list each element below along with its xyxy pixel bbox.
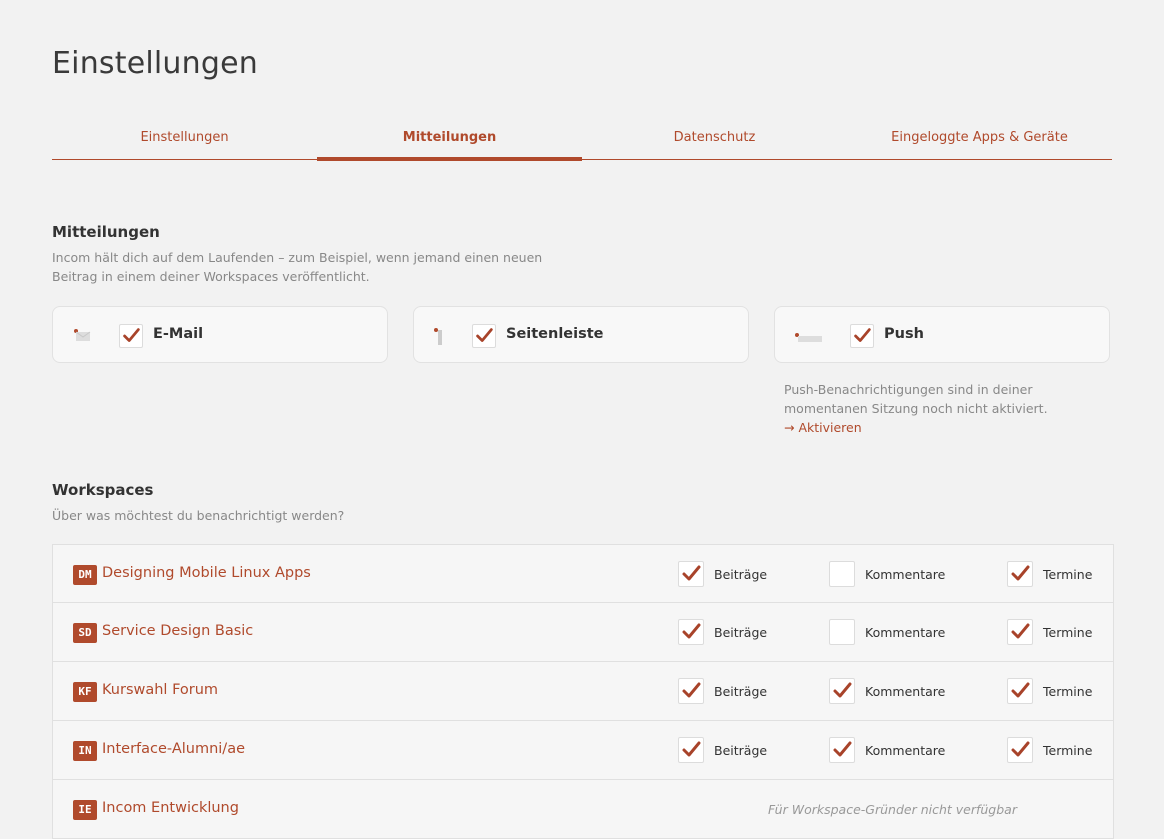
activate-push-link[interactable]: → Aktivieren <box>784 418 1104 437</box>
sidebar-channel-card: Seitenleiste <box>413 306 749 363</box>
events-label: Termine <box>1043 624 1093 640</box>
workspace-name-link[interactable]: Interface-Alumni/ae <box>102 741 245 757</box>
workspace-badge: IE <box>73 800 97 820</box>
workspace-option-comments: Kommentare <box>829 561 945 587</box>
settings-page: Einstellungen Einstellungen Mitteilungen… <box>0 0 1164 839</box>
workspace-option-posts: Beiträge <box>678 737 767 763</box>
workspace-name-link[interactable]: Kurswahl Forum <box>102 682 218 698</box>
workspace-row: KF Kurswahl Forum Beiträge Kommentare Termin… <box>53 662 1113 721</box>
notifications-description-line: Beitrag in einem deiner Workspaces veröf… <box>52 269 370 284</box>
events-checkbox[interactable] <box>1007 737 1033 763</box>
workspace-row: SD Service Design Basic Beiträge Kommentare… <box>53 603 1113 662</box>
events-checkbox[interactable] <box>1007 678 1033 704</box>
workspace-badge: KF <box>73 682 97 702</box>
mail-icon <box>73 327 91 346</box>
workspace-option-posts: Beiträge <box>678 561 767 587</box>
workspace-row: IE Incom Entwicklung Für Workspace-Gründer… <box>53 780 1113 839</box>
events-checkbox[interactable] <box>1007 619 1033 645</box>
workspace-option-comments: Kommentare <box>829 678 945 704</box>
comments-label: Kommentare <box>865 624 946 640</box>
tab-datenschutz[interactable]: Datenschutz <box>582 118 847 159</box>
posts-label: Beiträge <box>714 683 768 699</box>
tab-einstellungen[interactable]: Einstellungen <box>52 118 317 159</box>
events-label: Termine <box>1043 566 1093 582</box>
posts-label: Beiträge <box>714 566 768 582</box>
workspace-name-link[interactable]: Incom Entwicklung <box>102 800 239 816</box>
workspace-option-comments: Kommentare <box>829 619 945 645</box>
comments-checkbox[interactable] <box>829 737 855 763</box>
comments-label: Kommentare <box>865 683 946 699</box>
comments-checkbox[interactable] <box>829 619 855 645</box>
workspace-badge: IN <box>73 741 97 761</box>
push-label: Push <box>884 326 924 342</box>
events-checkbox[interactable] <box>1007 561 1033 587</box>
comments-checkbox[interactable] <box>829 561 855 587</box>
tab-mitteilungen[interactable]: Mitteilungen <box>317 118 582 161</box>
posts-checkbox[interactable] <box>678 678 704 704</box>
email-channel-card: E-Mail <box>52 306 388 363</box>
push-checkbox[interactable] <box>850 324 874 348</box>
workspace-option-events: Termine <box>1007 737 1092 763</box>
workspace-row: IN Interface-Alumni/ae Beiträge Kommentare T… <box>53 721 1113 780</box>
notifications-title: Mitteilungen <box>52 223 160 241</box>
email-checkbox[interactable] <box>119 324 143 348</box>
push-note: Push-Benachrichtigungen sind in deiner m… <box>784 380 1104 437</box>
workspace-name-link[interactable]: Service Design Basic <box>102 623 253 639</box>
posts-checkbox[interactable] <box>678 737 704 763</box>
workspace-name-link[interactable]: Designing Mobile Linux Apps <box>102 565 311 581</box>
posts-label: Beiträge <box>714 624 768 640</box>
workspace-option-events: Termine <box>1007 678 1092 704</box>
push-channel-card: Push <box>774 306 1110 363</box>
workspaces-table: DM Designing Mobile Linux Apps Beiträge Kom… <box>52 544 1114 839</box>
posts-label: Beiträge <box>714 742 768 758</box>
workspace-badge: DM <box>73 565 97 585</box>
events-label: Termine <box>1043 683 1093 699</box>
sidebar-checkbox[interactable] <box>472 324 496 348</box>
comments-label: Kommentare <box>865 566 946 582</box>
workspace-option-comments: Kommentare <box>829 737 945 763</box>
push-note-line: Push-Benachrichtigungen sind in deiner <box>784 382 1033 397</box>
tab-eingeloggte-apps[interactable]: Eingeloggte Apps & Geräte <box>847 118 1112 159</box>
push-icon <box>793 329 823 348</box>
posts-checkbox[interactable] <box>678 561 704 587</box>
workspaces-description: Über was möchtest du benachrichtigt werd… <box>52 508 345 523</box>
workspace-option-events: Termine <box>1007 561 1092 587</box>
tab-bar: Einstellungen Mitteilungen Datenschutz E… <box>52 118 1112 161</box>
notifications-description: Incom hält dich auf dem Laufenden – zum … <box>52 248 542 286</box>
page-title: Einstellungen <box>52 46 258 81</box>
push-note-line: momentanen Sitzung noch nicht aktiviert. <box>784 401 1048 416</box>
workspaces-title: Workspaces <box>52 481 154 499</box>
notifications-description-line: Incom hält dich auf dem Laufenden – zum … <box>52 250 543 265</box>
workspace-row: DM Designing Mobile Linux Apps Beiträge Kom… <box>53 545 1113 603</box>
events-label: Termine <box>1043 742 1093 758</box>
workspace-badge: SD <box>73 623 97 643</box>
workspace-option-posts: Beiträge <box>678 678 767 704</box>
founder-unavailable-note: Für Workspace-Gründer nicht verfügbar <box>768 802 1017 817</box>
comments-label: Kommentare <box>865 742 946 758</box>
email-label: E-Mail <box>153 326 204 342</box>
posts-checkbox[interactable] <box>678 619 704 645</box>
sidebar-label: Seitenleiste <box>506 326 604 342</box>
sidebar-icon <box>432 327 446 349</box>
workspace-option-events: Termine <box>1007 619 1092 645</box>
workspace-option-posts: Beiträge <box>678 619 767 645</box>
comments-checkbox[interactable] <box>829 678 855 704</box>
